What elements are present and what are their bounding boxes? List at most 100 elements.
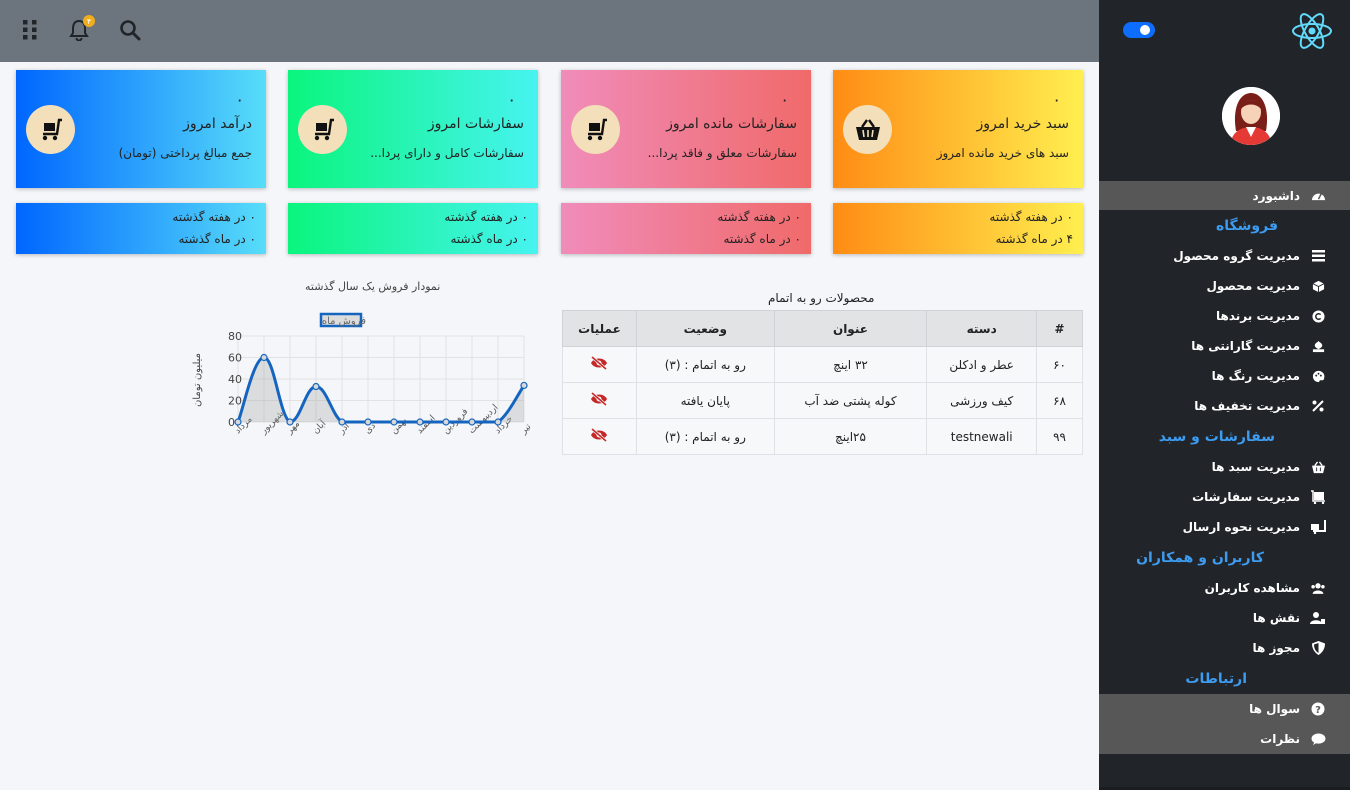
row-title: ۲۵اینچ (773, 418, 928, 455)
row-actions (562, 418, 637, 455)
stat-month: ۰ در ماه گذشته (450, 232, 528, 246)
stat-value: ۰ (1052, 90, 1061, 109)
row-status: رو به اتمام : (۳) (635, 346, 775, 383)
data-point[interactable] (286, 418, 294, 426)
stat-card-today-carts[interactable]: ۰ سبد خرید امروز سبد های خرید مانده امرو… (833, 70, 1083, 188)
sidebar-item-label: داشبورد (1252, 188, 1300, 203)
stat-value: ۰ (507, 90, 516, 109)
sidebar-item-questions[interactable]: ? سوال ها (1099, 694, 1350, 724)
sidebar-item-label: مشاهده کاربران (1204, 581, 1300, 595)
sidebar-item-product-groups[interactable]: مدیریت گروه محصول (1099, 241, 1350, 271)
sidebar-item-label: مدیریت نحوه ارسال (1182, 520, 1300, 534)
data-point[interactable] (312, 382, 320, 391)
palette-icon (1310, 368, 1326, 384)
grid-icon[interactable] (19, 18, 43, 42)
stat-week: ۰ در هفته گذشته (444, 210, 528, 224)
data-point[interactable] (520, 381, 528, 390)
sidebar-heading-users: کاربران و همکاران (1136, 549, 1264, 566)
data-point[interactable] (260, 353, 268, 362)
stat-card-today-income[interactable]: ۰ درآمد امروز جمع مبالغ پرداختی (تومان) (16, 70, 266, 188)
eye-slash-icon[interactable] (590, 427, 608, 445)
sidebar-item-discounts[interactable]: مدیریت تخفیف ها (1099, 391, 1350, 421)
stat-subtitle: جمع مبالغ پرداختی (تومان) (118, 146, 252, 160)
layers-icon (1310, 248, 1326, 264)
sidebar-item-label: مدیریت سبد ها (1211, 460, 1300, 474)
search-icon[interactable] (118, 18, 142, 42)
data-point[interactable] (390, 418, 398, 426)
table-header: عنوان (773, 310, 928, 347)
hand-heart-icon (1310, 338, 1326, 354)
stat-strip-orders: ۰ در هفته گذشته ۰ در ماه گذشته (288, 203, 538, 254)
stat-subtitle: سبد های خرید مانده امروز (936, 146, 1069, 160)
stat-week: ۰ در هفته گذشته (172, 210, 256, 224)
stat-week: ۰ در هفته گذشته (989, 210, 1073, 224)
sidebar-nav: داشبورد فروشگاه مدیریت گروه محصول مدیریت… (1099, 181, 1350, 754)
sidebar-item-warranties[interactable]: مدیریت گارانتی ها (1099, 331, 1350, 361)
stat-month: ۰ در ماه گذشته (178, 232, 256, 246)
stat-week: ۰ در هفته گذشته (717, 210, 801, 224)
stat-strip-carts: ۰ در هفته گذشته ۴ در ماه گذشته (833, 203, 1083, 254)
data-point[interactable] (494, 418, 502, 426)
sidebar-item-orders[interactable]: مدیریت سفارشات (1099, 482, 1350, 512)
sidebar-toggle[interactable] (1123, 22, 1155, 38)
sidebar: داشبورد فروشگاه مدیریت گروه محصول مدیریت… (1099, 0, 1350, 790)
box-icon (1310, 278, 1326, 294)
stat-card-today-orders[interactable]: ۰ سفارشات امروز سفارشات کامل و دارای پرد… (288, 70, 538, 188)
sidebar-item-dashboard[interactable]: داشبورد (1099, 181, 1350, 210)
data-point[interactable] (364, 418, 372, 426)
react-logo[interactable] (1290, 10, 1334, 52)
sales-chart: فروش ماه 020406080 مرداد شهریور مهر آبان آذر… (192, 312, 534, 437)
table-header: عملیات (562, 310, 637, 347)
user-tag-icon (1310, 610, 1326, 626)
stat-title: درآمد امروز (183, 116, 252, 132)
x-tick-label: تیر (518, 421, 533, 436)
sidebar-item-label: سوال ها (1249, 702, 1300, 716)
data-point[interactable] (442, 418, 450, 426)
data-point[interactable] (234, 418, 242, 426)
sidebar-item-roles[interactable]: نقش ها (1099, 603, 1350, 633)
series-area (238, 357, 524, 422)
sidebar-item-brands[interactable]: مدیریت برندها (1099, 301, 1350, 331)
row-id: ۶۸ (1036, 382, 1083, 419)
stat-month: ۴ در ماه گذشته (995, 232, 1073, 246)
stat-title: سفارشات امروز (427, 116, 524, 132)
eye-slash-icon[interactable] (590, 355, 608, 373)
sidebar-item-label: مدیریت گارانتی ها (1191, 339, 1300, 353)
avatar[interactable] (1222, 87, 1280, 145)
svg-text:?: ? (1315, 705, 1321, 716)
data-point[interactable] (416, 418, 424, 426)
sidebar-item-label: مجوز ها (1252, 641, 1300, 655)
row-category: testnewali (926, 418, 1038, 455)
sidebar-item-products[interactable]: مدیریت محصول (1099, 271, 1350, 301)
sidebar-item-label: مدیریت محصول (1206, 279, 1300, 293)
sidebar-item-users[interactable]: مشاهده کاربران (1099, 573, 1350, 603)
stat-card-pending-orders[interactable]: ۰ سفارشات مانده امروز سفارشات معلق و فاق… (561, 70, 811, 188)
data-point[interactable] (338, 418, 346, 426)
data-point[interactable] (468, 418, 476, 426)
table-header: وضعیت (635, 310, 775, 347)
sidebar-item-colors[interactable]: مدیریت رنگ ها (1099, 361, 1350, 391)
sidebar-item-label: نقش ها (1252, 611, 1300, 625)
sidebar-item-permissions[interactable]: مجوز ها (1099, 633, 1350, 663)
sidebar-item-shipping[interactable]: مدیریت نحوه ارسال (1099, 512, 1350, 542)
table-row: ۹۹ testnewali ۲۵اینچ رو به اتمام : (۳) (562, 418, 1083, 455)
percent-icon (1310, 398, 1326, 414)
sidebar-heading-communications: ارتباطات (1185, 670, 1247, 687)
stat-subtitle: سفارشات کامل و دارای پردا... (370, 146, 524, 160)
sidebar-item-comments[interactable]: نظرات (1099, 724, 1350, 754)
shield-icon (1310, 640, 1326, 656)
cart-icon (571, 105, 620, 154)
comment-icon (1310, 731, 1326, 747)
table-header: دسته (926, 310, 1038, 347)
cart-icon (26, 105, 75, 154)
question-icon: ? (1310, 701, 1326, 717)
sidebar-item-carts[interactable]: مدیریت سبد ها (1099, 452, 1350, 482)
table-header-row: # دسته عنوان وضعیت عملیات (562, 310, 1083, 347)
chart-legend[interactable]: فروش ماه (319, 312, 366, 328)
stat-title: سفارشات مانده امروز (666, 116, 797, 132)
y-axis-label: میلیون تومان (192, 353, 203, 407)
eye-slash-icon[interactable] (590, 391, 608, 409)
topbar: ۴ (0, 0, 1099, 62)
row-actions (562, 346, 637, 383)
sidebar-item-label: مدیریت گروه محصول (1173, 249, 1300, 263)
